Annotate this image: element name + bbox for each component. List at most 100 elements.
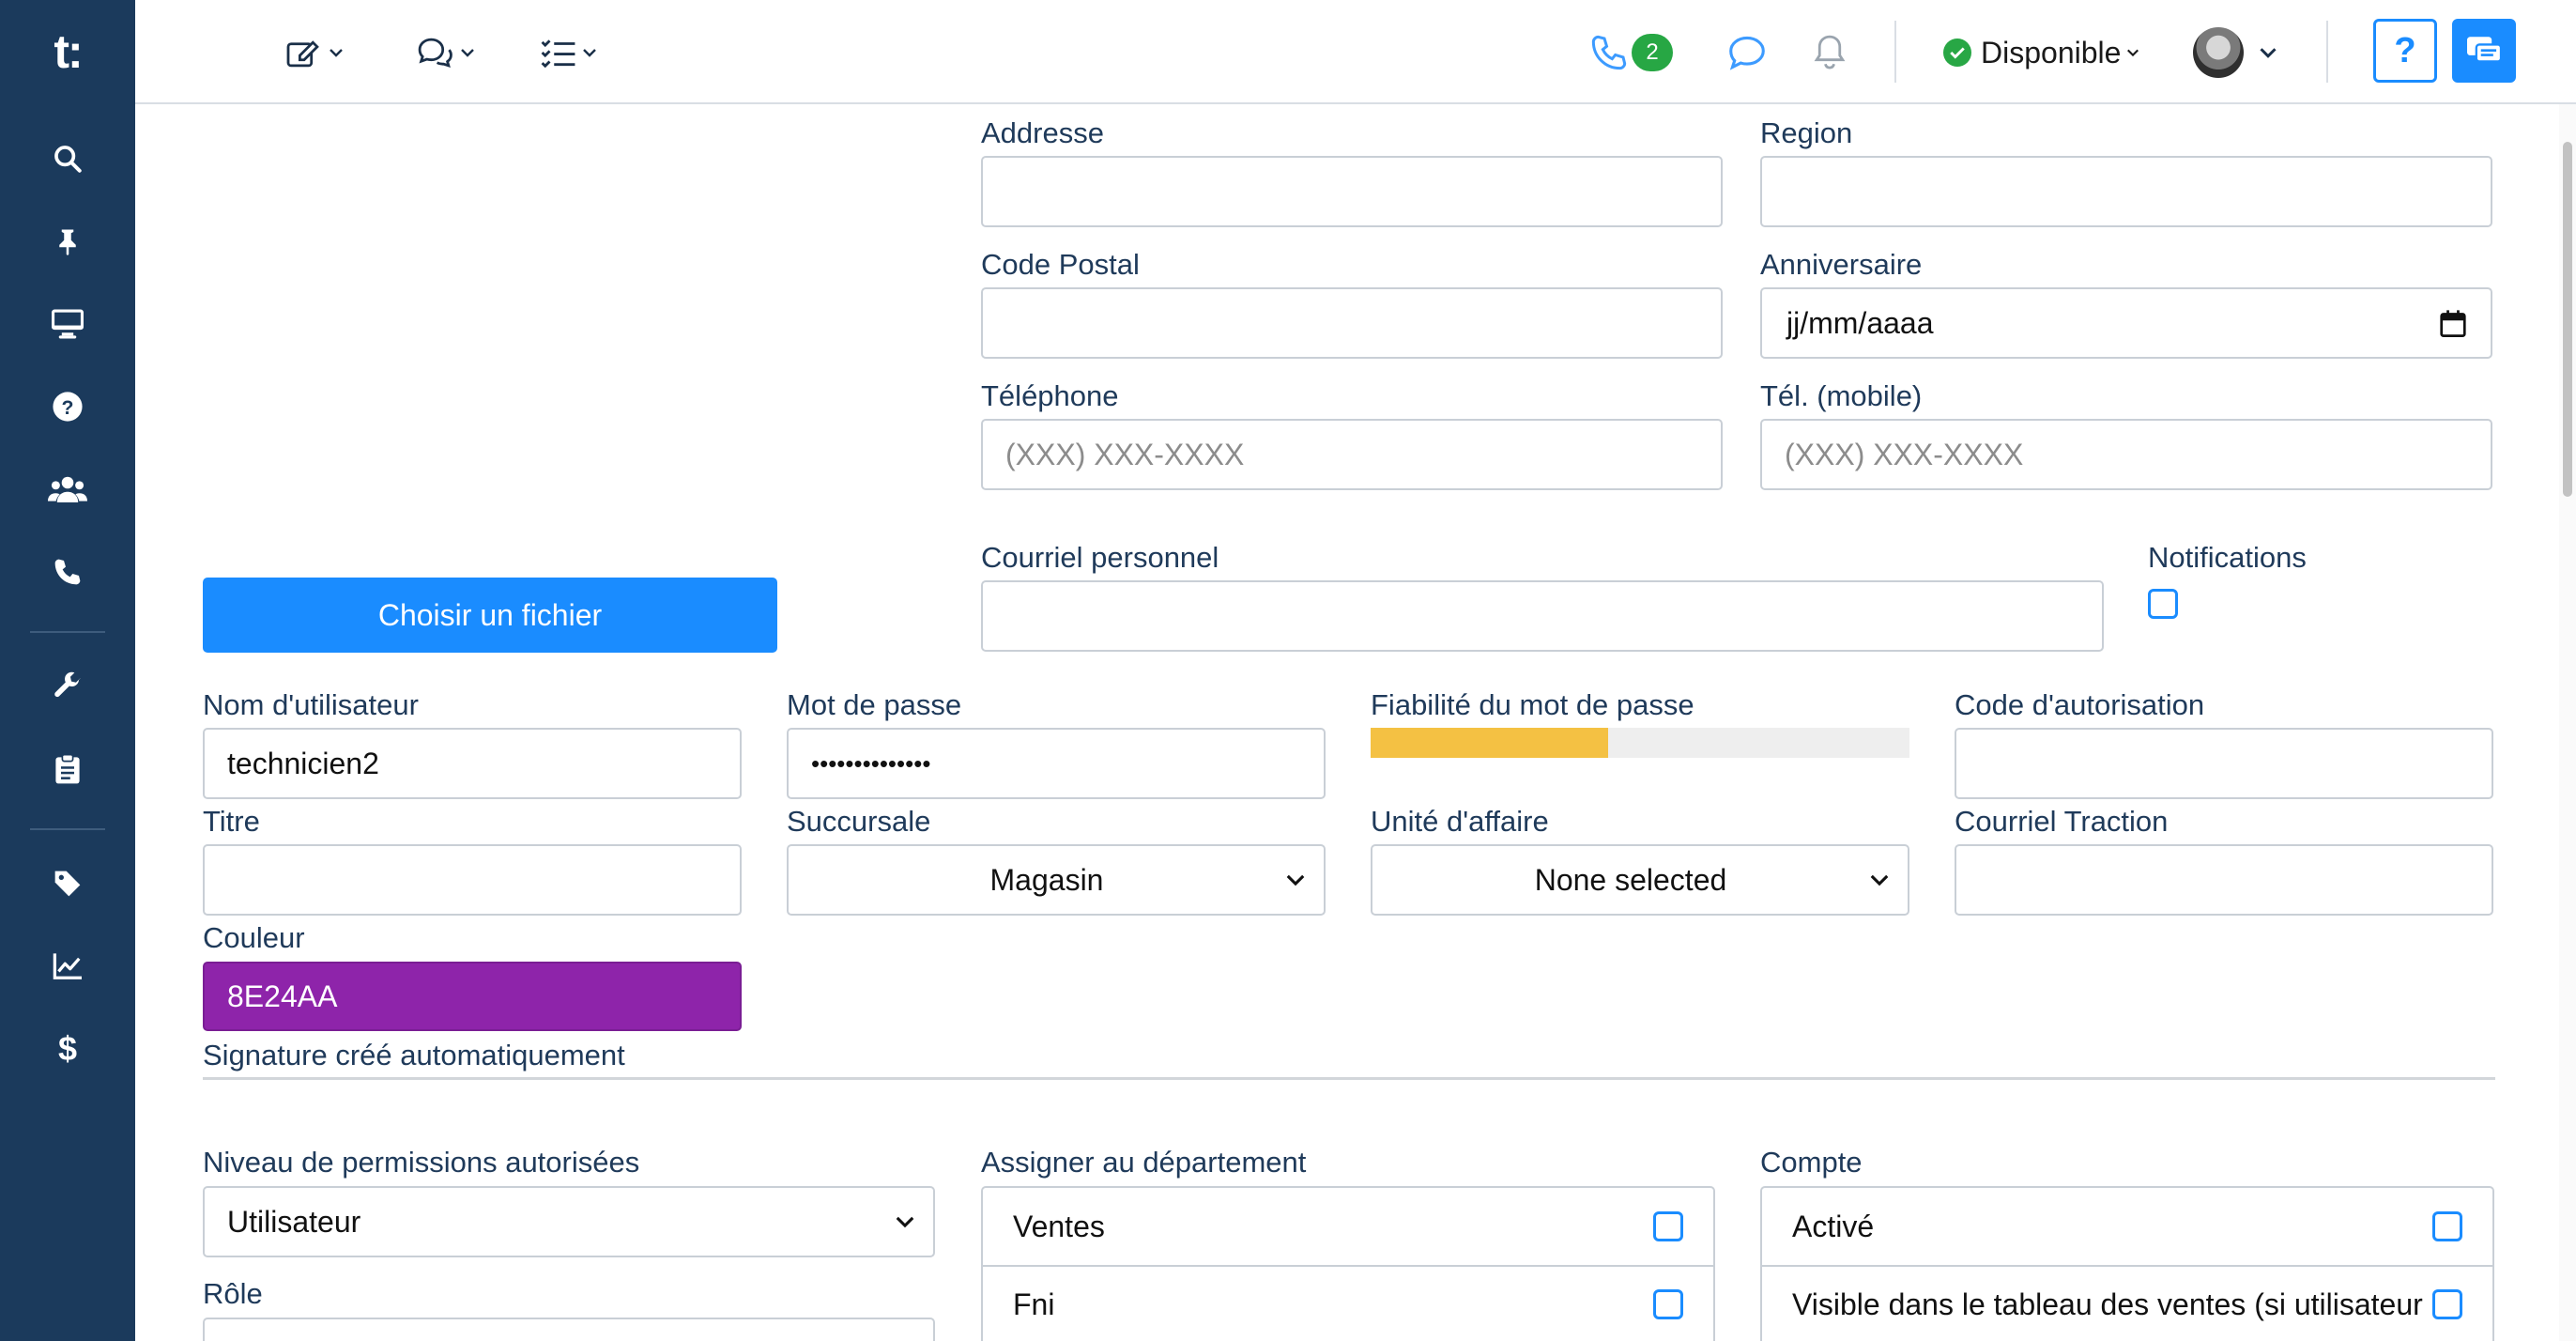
telephone-label: Téléphone (981, 379, 1119, 412)
conversations-menu[interactable] (417, 30, 475, 75)
chat-window-icon (2467, 37, 2503, 63)
notifications-label: Notifications (2148, 541, 2307, 574)
phone-outline-icon (1591, 35, 1627, 70)
sidebar-divider (30, 828, 105, 830)
top-bar: 2 Disponible ? (135, 0, 2576, 104)
status-label: Disponible (1981, 35, 2122, 69)
role-select[interactable] (203, 1318, 935, 1341)
addresse-field[interactable] (981, 156, 1723, 227)
compte-item-visible-sales[interactable]: Visible dans le tableau des ventes (si u… (1762, 1265, 2492, 1341)
signature-label: Signature créé automatiquement (203, 1039, 625, 1071)
password-field[interactable]: •••••••••••••• (787, 728, 1326, 799)
visible-sales-checkbox[interactable] (2432, 1289, 2462, 1319)
chevron-down-icon (1851, 873, 1908, 886)
color-value: 8E24AA (227, 979, 338, 1013)
permissions-label: Niveau de permissions autorisées (203, 1146, 640, 1179)
permissions-select[interactable]: Utilisateur (203, 1186, 935, 1257)
chevron-down-icon (1267, 873, 1324, 886)
unite-affaire-value: None selected (1534, 862, 1727, 897)
phone-calls-button[interactable]: 2 (1590, 30, 1673, 75)
chart-line-icon[interactable] (0, 933, 135, 999)
mobile-field[interactable]: (XXX) XXX-XXXX (1760, 419, 2492, 490)
code-postal-field[interactable] (981, 287, 1723, 359)
password-strength-meter (1371, 728, 1909, 758)
chevron-down-icon (2127, 49, 2139, 57)
anniversaire-date-field[interactable]: jj/mm/aaaa (1760, 287, 2492, 359)
active-checkbox[interactable] (2432, 1211, 2462, 1241)
compose-menu[interactable] (285, 30, 344, 75)
svg-text:?: ? (62, 396, 74, 419)
courriel-personnel-field[interactable] (981, 580, 2104, 652)
search-icon[interactable] (0, 126, 135, 192)
pin-icon[interactable] (0, 208, 135, 274)
phone-calls-badge: 2 (1632, 34, 1673, 71)
page-scrollbar[interactable] (2559, 104, 2576, 1341)
role-label: Rôle (203, 1277, 263, 1310)
chevron-down-icon (461, 49, 474, 57)
region-field[interactable] (1760, 156, 2492, 227)
departement-checkbox[interactable] (1653, 1289, 1683, 1319)
svg-text:$: $ (58, 1032, 77, 1066)
compte-item-active[interactable]: Activé (1762, 1188, 2492, 1265)
messages-button[interactable] (1727, 30, 1767, 75)
avatar (2193, 27, 2244, 78)
phone-icon[interactable] (0, 539, 135, 605)
help-button-label: ? (2394, 30, 2416, 70)
live-chat-button[interactable] (2452, 19, 2516, 83)
titre-label: Titre (203, 805, 260, 838)
notifications-button[interactable] (1812, 30, 1848, 75)
app-logo-text: t: (54, 25, 83, 78)
choose-file-button[interactable]: Choisir un fichier (203, 578, 777, 653)
username-field[interactable]: technicien2 (203, 728, 742, 799)
password-strength-label: Fiabilité du mot de passe (1371, 688, 1694, 721)
question-circle-icon[interactable]: ? (0, 374, 135, 439)
auth-code-field[interactable] (1955, 728, 2493, 799)
password-value: •••••••••••••• (811, 748, 931, 778)
app-logo[interactable]: t: (0, 0, 135, 103)
help-button[interactable]: ? (2373, 19, 2437, 83)
wrench-icon[interactable] (0, 654, 135, 719)
edit-icon (286, 40, 319, 68)
succursale-select[interactable]: Magasin (787, 844, 1326, 916)
status-ok-icon (1943, 39, 1971, 67)
compte-list: Activé Visible dans le tableau des vente… (1760, 1186, 2494, 1341)
anniversaire-label: Anniversaire (1760, 248, 1923, 281)
status-selector[interactable]: Disponible (1943, 30, 2139, 75)
chevron-down-icon (330, 49, 343, 57)
scrollbar-thumb[interactable] (2563, 142, 2572, 497)
choose-file-label: Choisir un fichier (377, 597, 603, 632)
addresse-label: Addresse (981, 116, 1104, 149)
mobile-label: Tél. (mobile) (1760, 379, 1923, 412)
notifications-checkbox[interactable] (2148, 589, 2178, 619)
checklist-icon (541, 39, 575, 68)
departement-checkbox[interactable] (1653, 1211, 1683, 1241)
courriel-traction-field[interactable] (1955, 844, 2493, 916)
succursale-label: Succursale (787, 805, 931, 838)
chat-bubble-icon (1729, 36, 1765, 70)
telephone-placeholder: (XXX) XXX-XXXX (1005, 437, 1245, 471)
compte-item-label: Activé (1792, 1209, 1875, 1243)
auth-code-label: Code d'autorisation (1955, 688, 2205, 721)
bell-icon (1814, 35, 1846, 69)
calendar-icon[interactable] (2440, 309, 2466, 337)
unite-affaire-select[interactable]: None selected (1371, 844, 1909, 916)
unite-affaire-label: Unité d'affaire (1371, 805, 1549, 838)
dollar-icon[interactable]: $ (0, 1016, 135, 1082)
compte-item-label: Visible dans le tableau des ventes (si u… (1792, 1287, 2423, 1321)
region-label: Region (1760, 116, 1853, 149)
tag-icon[interactable] (0, 851, 135, 917)
clipboard-icon[interactable] (0, 736, 135, 802)
departement-item[interactable]: Fni (983, 1265, 1713, 1341)
mobile-placeholder: (XXX) XXX-XXXX (1785, 437, 2024, 471)
tasks-menu[interactable] (541, 30, 597, 75)
users-icon[interactable] (0, 456, 135, 522)
titre-field[interactable] (203, 844, 742, 916)
monitor-icon[interactable] (0, 291, 135, 357)
user-menu[interactable] (2193, 26, 2277, 79)
departement-label: Assigner au département (981, 1146, 1307, 1179)
topbar-divider (2326, 21, 2328, 83)
color-picker-field[interactable]: 8E24AA (203, 962, 742, 1031)
departement-item[interactable]: Ventes (983, 1188, 1713, 1265)
username-label: Nom d'utilisateur (203, 688, 419, 721)
telephone-field[interactable]: (XXX) XXX-XXXX (981, 419, 1723, 490)
